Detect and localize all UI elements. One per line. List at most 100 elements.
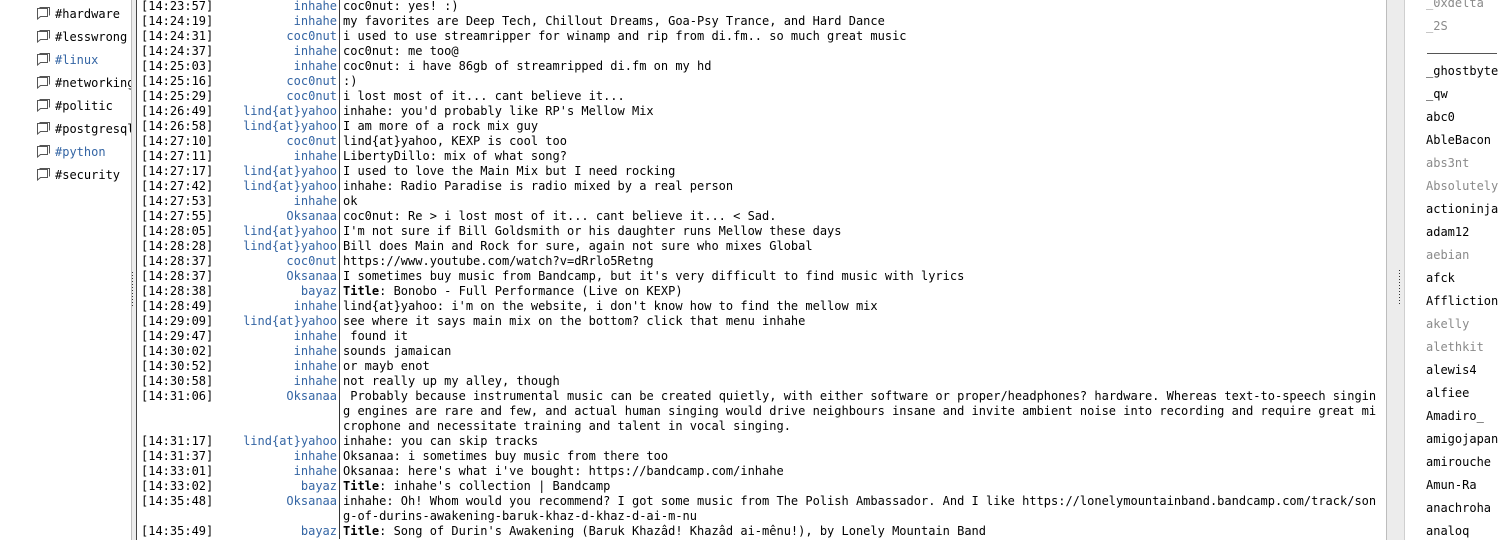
user-item[interactable]: abs3nt: [1426, 152, 1504, 175]
nickname[interactable]: lind{at}yahoo: [221, 164, 339, 179]
channel-label: #politic: [55, 99, 113, 113]
nickname[interactable]: coc0nut: [221, 74, 339, 89]
nickname[interactable]: lind{at}yahoo: [221, 434, 339, 449]
user-item[interactable]: afck: [1426, 267, 1504, 290]
user-item[interactable]: actioninja: [1426, 198, 1504, 221]
user-list[interactable]: _0xdelta _2S _ghostbyte _qw abc0 AbleBacon abs…: [1404, 0, 1504, 540]
nickname[interactable]: lind{at}yahoo: [221, 314, 339, 329]
nickname[interactable]: Oksanaa: [221, 389, 339, 434]
user-item[interactable]: Absolutely: [1426, 175, 1504, 198]
nickname[interactable]: bayaz: [221, 524, 339, 539]
nickname[interactable]: inhahe: [221, 59, 339, 74]
user-item[interactable]: akelly: [1426, 313, 1504, 336]
user-item[interactable]: Amadiro_: [1426, 405, 1504, 428]
message-text: coc0nut: me too@: [340, 44, 1386, 59]
nickname[interactable]: coc0nut: [221, 29, 339, 44]
nickname[interactable]: inhahe: [221, 149, 339, 164]
nickname[interactable]: inhahe: [221, 44, 339, 59]
chat-bubble-icon: [37, 30, 50, 43]
nickname[interactable]: inhahe: [221, 344, 339, 359]
message-row: [14:33:01] inhahe Oksanaa: here's what i'v…: [141, 464, 1386, 479]
user-item[interactable]: _qw: [1426, 83, 1504, 106]
user-item[interactable]: analoq: [1426, 520, 1504, 540]
channel-item[interactable]: #politic: [36, 97, 113, 115]
channel-label: #postgresql: [55, 122, 132, 136]
channel-item[interactable]: #hardware: [36, 5, 120, 23]
user-item[interactable]: alfiee: [1426, 382, 1504, 405]
user-item[interactable]: adam12: [1426, 221, 1504, 244]
nickname[interactable]: lind{at}yahoo: [221, 179, 339, 194]
nickname[interactable]: bayaz: [221, 284, 339, 299]
message-body: inhahe: you'd probably like RP's Mellow …: [343, 104, 654, 118]
nickname[interactable]: lind{at}yahoo: [221, 119, 339, 134]
timestamp: [14:27:17]: [141, 164, 214, 178]
nickname[interactable]: inhahe: [221, 329, 339, 344]
nickname[interactable]: inhahe: [221, 299, 339, 314]
chat-bubble-icon: [37, 145, 50, 158]
message-text: lind{at}yahoo, KEXP is cool too: [340, 134, 1386, 149]
user-item[interactable]: AbleBacon: [1426, 129, 1504, 152]
timestamp: [14:30:58]: [141, 374, 214, 388]
message-row: [14:28:37] Oksanaa I sometimes buy music f…: [141, 269, 1386, 284]
left-pane-resize-handle[interactable]: [131, 272, 135, 306]
nickname[interactable]: Oksanaa: [221, 269, 339, 284]
timestamp: [14:33:01]: [141, 464, 214, 478]
nickname[interactable]: Oksanaa: [221, 209, 339, 224]
channel-item[interactable]: #linux: [36, 51, 98, 69]
nickname[interactable]: coc0nut: [221, 254, 339, 269]
user-item[interactable]: anachroha: [1426, 497, 1504, 520]
user-item[interactable]: alethkit: [1426, 336, 1504, 359]
nickname[interactable]: lind{at}yahoo: [221, 224, 339, 239]
timestamp: [14:23:57]: [141, 0, 214, 13]
channel-item[interactable]: #networking: [36, 74, 131, 92]
message-row: [14:30:52] inhahe or mayb enot: [141, 359, 1386, 374]
message-body: see where it says main mix on the bottom…: [343, 314, 806, 328]
nickname[interactable]: inhahe: [221, 194, 339, 209]
channel-item[interactable]: #lesswrong: [36, 28, 127, 46]
message-body: Oksanaa: here's what i've bought: https:…: [343, 464, 784, 478]
user-item[interactable]: _0xdelta: [1426, 0, 1504, 15]
user-item[interactable]: aebian: [1426, 244, 1504, 267]
channel-item[interactable]: #python: [36, 143, 106, 161]
nickname[interactable]: inhahe: [221, 0, 339, 14]
timestamp: [14:31:06]: [141, 389, 214, 403]
nickname[interactable]: inhahe: [221, 359, 339, 374]
nickname[interactable]: lind{at}yahoo: [221, 104, 339, 119]
channel-item[interactable]: #postgresql: [36, 120, 132, 138]
user-item[interactable]: _ghostbyte: [1426, 60, 1504, 83]
user-item[interactable]: amigojapan: [1426, 428, 1504, 451]
channel-label: #python: [55, 145, 106, 159]
message-text: Oksanaa: i sometimes buy music from ther…: [340, 449, 1386, 464]
timestamp: [14:30:52]: [141, 359, 214, 373]
nickname[interactable]: coc0nut: [221, 89, 339, 104]
message-body: Probably because instrumental music can …: [343, 389, 1377, 433]
nickname[interactable]: bayaz: [221, 479, 339, 494]
nickname[interactable]: Oksanaa: [221, 494, 339, 524]
message-row: [14:27:42] lind{at}yahoo inhahe: Radio Par…: [141, 179, 1386, 194]
user-item[interactable]: Amun-Ra: [1426, 474, 1504, 497]
user-item[interactable]: _2S: [1426, 15, 1504, 38]
link-title-label: Title: [343, 284, 380, 298]
nickname[interactable]: lind{at}yahoo: [221, 239, 339, 254]
right-pane-resize-handle[interactable]: [1398, 270, 1402, 304]
channel-label: #hardware: [55, 7, 121, 21]
user-item[interactable]: alewis4: [1426, 359, 1504, 382]
user-item[interactable]: abc0: [1426, 106, 1504, 129]
user-item[interactable]: amirouche: [1426, 451, 1504, 474]
message-row: [14:27:11] inhahe LibertyDillo: mix of wha…: [141, 149, 1386, 164]
user-list-divider: [1427, 53, 1497, 54]
message-row: [14:31:06] Oksanaa Probably because instr…: [141, 389, 1386, 434]
nickname[interactable]: inhahe: [221, 464, 339, 479]
message-text: inhahe: Oh! Whom would you recommend? I …: [340, 494, 1386, 524]
timestamp: [14:29:47]: [141, 329, 214, 343]
nickname[interactable]: inhahe: [221, 449, 339, 464]
chat-log[interactable]: [14:23:57] inhahe coc0nut: yes! :) [14:24:1…: [136, 0, 1387, 540]
message-body: : inhahe's collection | Bandcamp: [379, 479, 611, 493]
message-body: ok: [343, 194, 358, 208]
nickname[interactable]: coc0nut: [221, 134, 339, 149]
nickname[interactable]: inhahe: [221, 374, 339, 389]
user-item[interactable]: Affliction: [1426, 290, 1504, 313]
nickname[interactable]: inhahe: [221, 14, 339, 29]
channel-item[interactable]: #security: [36, 166, 120, 184]
message-text: Title: Bonobo - Full Performance (Live o…: [340, 284, 1386, 299]
